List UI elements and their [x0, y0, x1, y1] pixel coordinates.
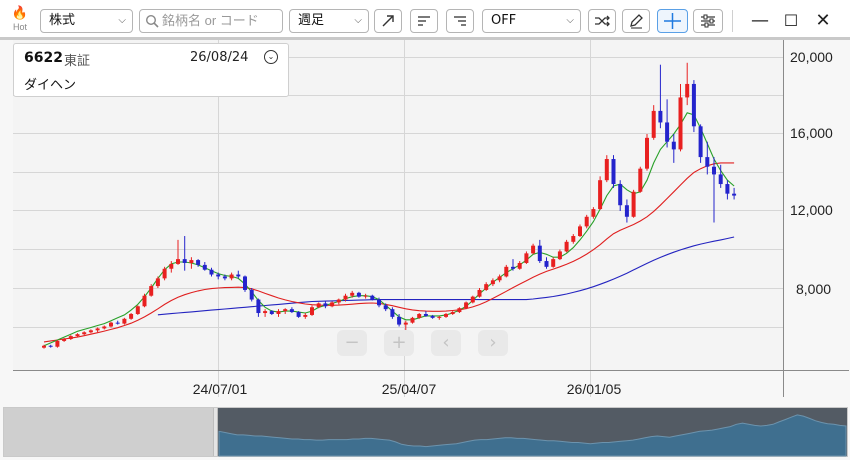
navigator-area — [218, 414, 847, 457]
navigator-sparkline — [218, 414, 847, 457]
